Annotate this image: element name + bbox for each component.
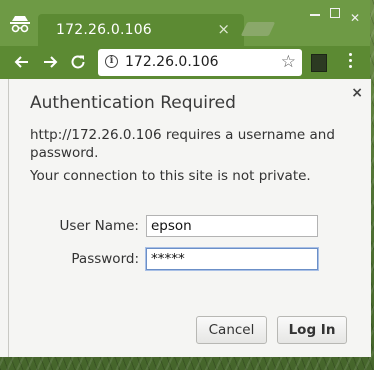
username-field[interactable]: epson xyxy=(146,215,318,237)
username-label: User Name: xyxy=(59,218,139,234)
dialog-message: http://172.26.0.106 requires a username … xyxy=(30,127,335,161)
login-button[interactable]: Log In xyxy=(277,316,347,344)
address-bar[interactable]: i 172.26.0.106 ☆ xyxy=(98,49,302,76)
toolbar: i 172.26.0.106 ☆ xyxy=(0,46,370,79)
forward-icon[interactable] xyxy=(39,51,61,73)
info-icon[interactable]: i xyxy=(105,55,118,68)
browser-window: 172.26.0.106 × ✕ i 172.26.0.106 ☆ × Auth… xyxy=(0,0,371,357)
password-field[interactable]: ***** xyxy=(146,248,318,270)
tab-close-icon[interactable]: × xyxy=(217,20,230,38)
dialog-title: Authentication Required xyxy=(30,93,236,113)
address-text: 172.26.0.106 xyxy=(125,54,219,70)
reload-icon[interactable] xyxy=(67,51,89,73)
extension-icon[interactable] xyxy=(311,54,327,72)
window-close-icon[interactable]: ✕ xyxy=(350,12,360,24)
minimize-icon[interactable] xyxy=(310,14,320,16)
privacy-warning: Your connection to this site is not priv… xyxy=(30,168,311,184)
password-label: Password: xyxy=(71,251,139,267)
dialog-close-icon[interactable]: × xyxy=(351,85,363,101)
menu-icon[interactable] xyxy=(349,53,353,71)
new-tab-button[interactable] xyxy=(240,22,276,36)
tab-active[interactable]: 172.26.0.106 × xyxy=(38,14,244,46)
cancel-button[interactable]: Cancel xyxy=(196,316,267,344)
star-icon[interactable]: ☆ xyxy=(281,52,296,72)
incognito-icon xyxy=(8,14,32,34)
back-icon[interactable] xyxy=(11,51,33,73)
auth-dialog: × Authentication Required http://172.26.… xyxy=(8,79,371,357)
tab-title: 172.26.0.106 xyxy=(56,22,152,38)
tab-strip: 172.26.0.106 × ✕ xyxy=(0,0,370,46)
maximize-icon[interactable] xyxy=(330,8,340,18)
